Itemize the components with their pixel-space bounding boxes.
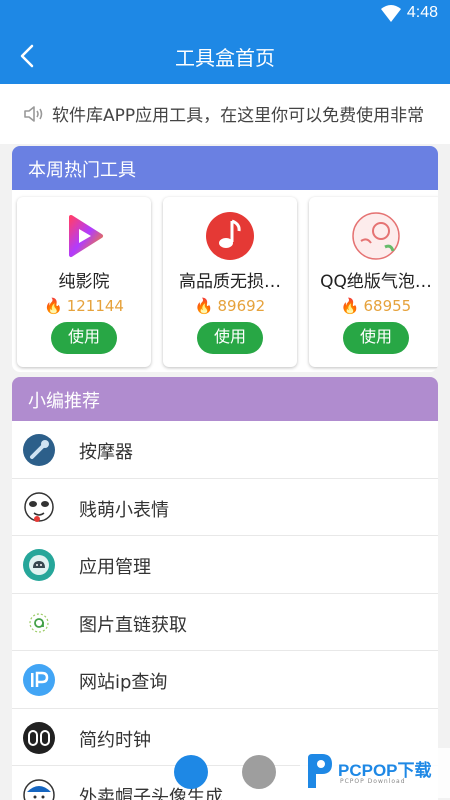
list-item-label: 外卖帽子头像生成 [79, 787, 223, 800]
bubble-icon [352, 212, 400, 260]
list-item-label: 网站ip查询 [79, 672, 168, 693]
watermark-subtext: PCPOP Download [340, 778, 406, 785]
list-item-label: 贱萌小表情 [79, 499, 169, 521]
music-note-icon [206, 212, 254, 260]
tool-card[interactable]: 高品质无损… 🔥 89692 使用 [163, 197, 297, 367]
use-button[interactable]: 使用 [197, 322, 263, 354]
notice-bar: 软件库APP应用工具，在这里你可以免费使用非常 [0, 84, 450, 144]
floating-button-blue[interactable] [174, 755, 208, 789]
recommend-header: 小编推荐 [12, 377, 438, 421]
hot-tools-header: 本周热门工具 [12, 146, 438, 190]
speaker-icon [24, 106, 43, 122]
tool-card[interactable]: QQ绝版气泡… 🔥 68955 使用 [309, 197, 438, 367]
list-item[interactable]: 按摩器 [12, 421, 438, 479]
tool-count: 🔥 121144 [44, 297, 124, 315]
fire-icon: 🔥 [44, 297, 63, 315]
tool-name: 纯影院 [58, 272, 110, 292]
fire-icon: 🔥 [194, 297, 214, 315]
status-bar: 4:48 [0, 0, 450, 28]
wifi-icon [381, 5, 401, 22]
list-item-label: 图片直链获取 [79, 614, 187, 636]
tool-name: 高品质无损… [179, 272, 281, 292]
android-icon [23, 549, 55, 581]
tool-count: 🔥 89692 [194, 297, 266, 315]
list-item-label: 简约时钟 [79, 729, 151, 751]
notice-text: 软件库APP应用工具，在这里你可以免费使用非常 [52, 106, 425, 126]
watermark: PCPOP下载 PCPOP Download [300, 748, 450, 798]
pcpop-logo-icon [308, 754, 332, 788]
hot-tools-list: 纯影院 🔥 121144 使用 高品质无损… 🔥 89692 使用 QQ绝版气泡… [12, 190, 438, 372]
tool-card[interactable]: 纯影院 🔥 121144 使用 [17, 197, 151, 367]
clock-icon [23, 721, 55, 754]
tool-count: 🔥 68955 [340, 297, 412, 315]
status-time: 4:48 [406, 4, 438, 21]
list-item[interactable]: 网站ip查询 [12, 651, 438, 709]
fire-icon: 🔥 [340, 297, 360, 315]
use-button[interactable]: 使用 [343, 322, 409, 354]
list-item[interactable]: 贱萌小表情 [12, 479, 438, 536]
hot-tools-card: 本周热门工具 纯影院 🔥 121144 使用 高品质无损… 🔥 89692 使用… [12, 146, 438, 372]
avatar-hat-icon [23, 779, 55, 800]
app-bar: 工具盒首页 [0, 28, 450, 84]
use-button[interactable]: 使用 [51, 322, 117, 354]
list-item-label: 应用管理 [79, 557, 151, 578]
image-link-icon [29, 612, 49, 633]
ip-icon [23, 664, 55, 696]
list-item[interactable]: 图片直链获取 [12, 594, 438, 651]
massager-icon [23, 434, 55, 466]
page-title: 工具盒首页 [175, 46, 275, 70]
tool-name: QQ绝版气泡… [320, 272, 432, 292]
meme-face-icon [24, 491, 54, 522]
list-item-label: 按摩器 [79, 442, 133, 463]
recommend-list: 按摩器 贱萌小表情 应用管理 图片直链获取 网站ip查询 简约时钟 外卖帽子头像… [12, 421, 438, 800]
video-play-icon [69, 215, 103, 257]
list-item[interactable]: 应用管理 [12, 536, 438, 594]
floating-button-gray[interactable] [242, 755, 276, 789]
